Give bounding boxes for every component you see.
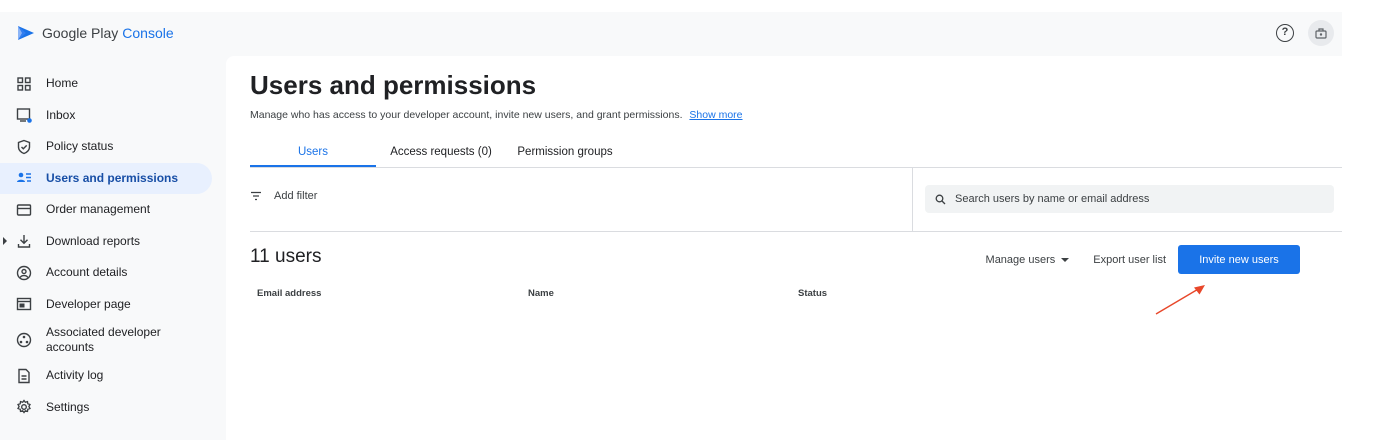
sidebar-item-label: Download reports <box>46 233 141 248</box>
filter-bar: Add filter <box>250 168 1342 231</box>
annotation-arrow-icon <box>1155 285 1205 315</box>
add-filter-label: Add filter <box>274 190 318 202</box>
developer-account-avatar[interactable] <box>1308 20 1334 46</box>
account-circle-icon <box>16 265 32 281</box>
sidebar-item-download-reports[interactable]: Download reports <box>0 226 212 258</box>
sidebar-item-inbox[interactable]: Inbox <box>0 100 212 132</box>
manage-users-label: Manage users <box>985 253 1056 266</box>
sidebar-item-label: Settings <box>46 399 90 414</box>
web-page-icon <box>16 296 32 312</box>
export-user-list-button[interactable]: Export user list <box>1093 254 1166 266</box>
column-header-email[interactable]: Email address <box>257 288 321 299</box>
inbox-icon <box>16 107 32 124</box>
sidebar-item-label: Order management <box>46 202 151 217</box>
search-users-input[interactable] <box>955 193 1325 205</box>
sidebar-item-label: Activity log <box>46 368 104 383</box>
filter-icon <box>251 191 261 201</box>
sidebar-item-settings[interactable]: Settings <box>0 392 212 424</box>
top-bar-actions: ? <box>1276 20 1334 46</box>
column-header-status[interactable]: Status <box>798 288 827 299</box>
tab-permission-groups[interactable]: Permission groups <box>506 138 624 167</box>
sidebar-item-associated-developer-accounts[interactable]: Associated developer accounts <box>0 320 212 360</box>
sidebar-item-label: Users and permissions <box>46 170 179 185</box>
brand-google-text: Google Play <box>42 25 119 41</box>
sidebar-item-label: Home <box>46 76 79 91</box>
sidebar: Home Inbox Policy status Users and permi… <box>0 68 226 423</box>
sidebar-item-order-management[interactable]: Order management <box>0 194 212 226</box>
filter-divider <box>912 168 913 231</box>
sidebar-item-label: Account details <box>46 265 128 280</box>
google-play-console-logo[interactable]: Google Play Console <box>16 22 174 44</box>
manage-users-button[interactable]: Manage users <box>986 254 1070 266</box>
gear-icon <box>16 399 32 415</box>
top-bar: Google Play Console ? <box>0 12 1342 56</box>
play-console-logo-icon <box>18 26 34 40</box>
search-icon <box>935 194 946 204</box>
document-icon <box>16 368 32 384</box>
users-list-icon <box>16 170 32 186</box>
shield-check-icon <box>16 139 32 155</box>
credit-card-icon <box>16 202 32 218</box>
sidebar-item-home[interactable]: Home <box>0 68 212 100</box>
sidebar-item-label: Inbox <box>46 107 76 122</box>
caret-down-icon <box>1061 257 1070 262</box>
developer-account-icon <box>1315 28 1327 39</box>
sidebar-item-users-and-permissions[interactable]: Users and permissions <box>0 162 212 194</box>
search-box[interactable] <box>925 185 1334 213</box>
tab-users[interactable]: Users <box>250 138 376 167</box>
expand-arrow-icon[interactable] <box>3 236 7 245</box>
brand-console-text: Console <box>122 25 174 41</box>
sidebar-item-account-details[interactable]: Account details <box>0 257 212 289</box>
app-frame: Google Play Console ? Home Inbox Policy … <box>0 12 1342 440</box>
invite-new-users-button[interactable]: Invite new users <box>1178 245 1300 274</box>
page-description: Manage who has access to your developer … <box>250 109 743 121</box>
tab-bar: Users Access requests (0) Permission gro… <box>250 138 624 167</box>
filter-divider-bottom <box>250 231 1342 232</box>
show-more-link[interactable]: Show more <box>689 109 742 121</box>
users-count: 11 users <box>250 246 322 267</box>
grid-icon <box>16 76 32 92</box>
tab-access-requests[interactable]: Access requests (0) <box>376 138 506 167</box>
sidebar-item-label: Policy status <box>46 139 114 154</box>
sidebar-item-label: Developer page <box>46 296 131 311</box>
connected-accounts-icon <box>16 332 32 348</box>
sidebar-item-label: Associated developer accounts <box>46 325 161 354</box>
sidebar-item-developer-page[interactable]: Developer page <box>0 289 212 321</box>
sidebar-item-activity-log[interactable]: Activity log <box>0 360 212 392</box>
page-title: Users and permissions <box>250 70 537 100</box>
page-description-text: Manage who has access to your developer … <box>250 109 683 121</box>
help-circle-icon[interactable]: ? <box>1276 24 1294 42</box>
column-header-name[interactable]: Name <box>528 288 554 299</box>
users-actions: Manage users Export user list Invite new… <box>986 245 1300 274</box>
add-filter-button[interactable]: Add filter <box>250 190 317 202</box>
sidebar-item-policy-status[interactable]: Policy status <box>0 131 212 163</box>
download-icon <box>16 233 32 249</box>
